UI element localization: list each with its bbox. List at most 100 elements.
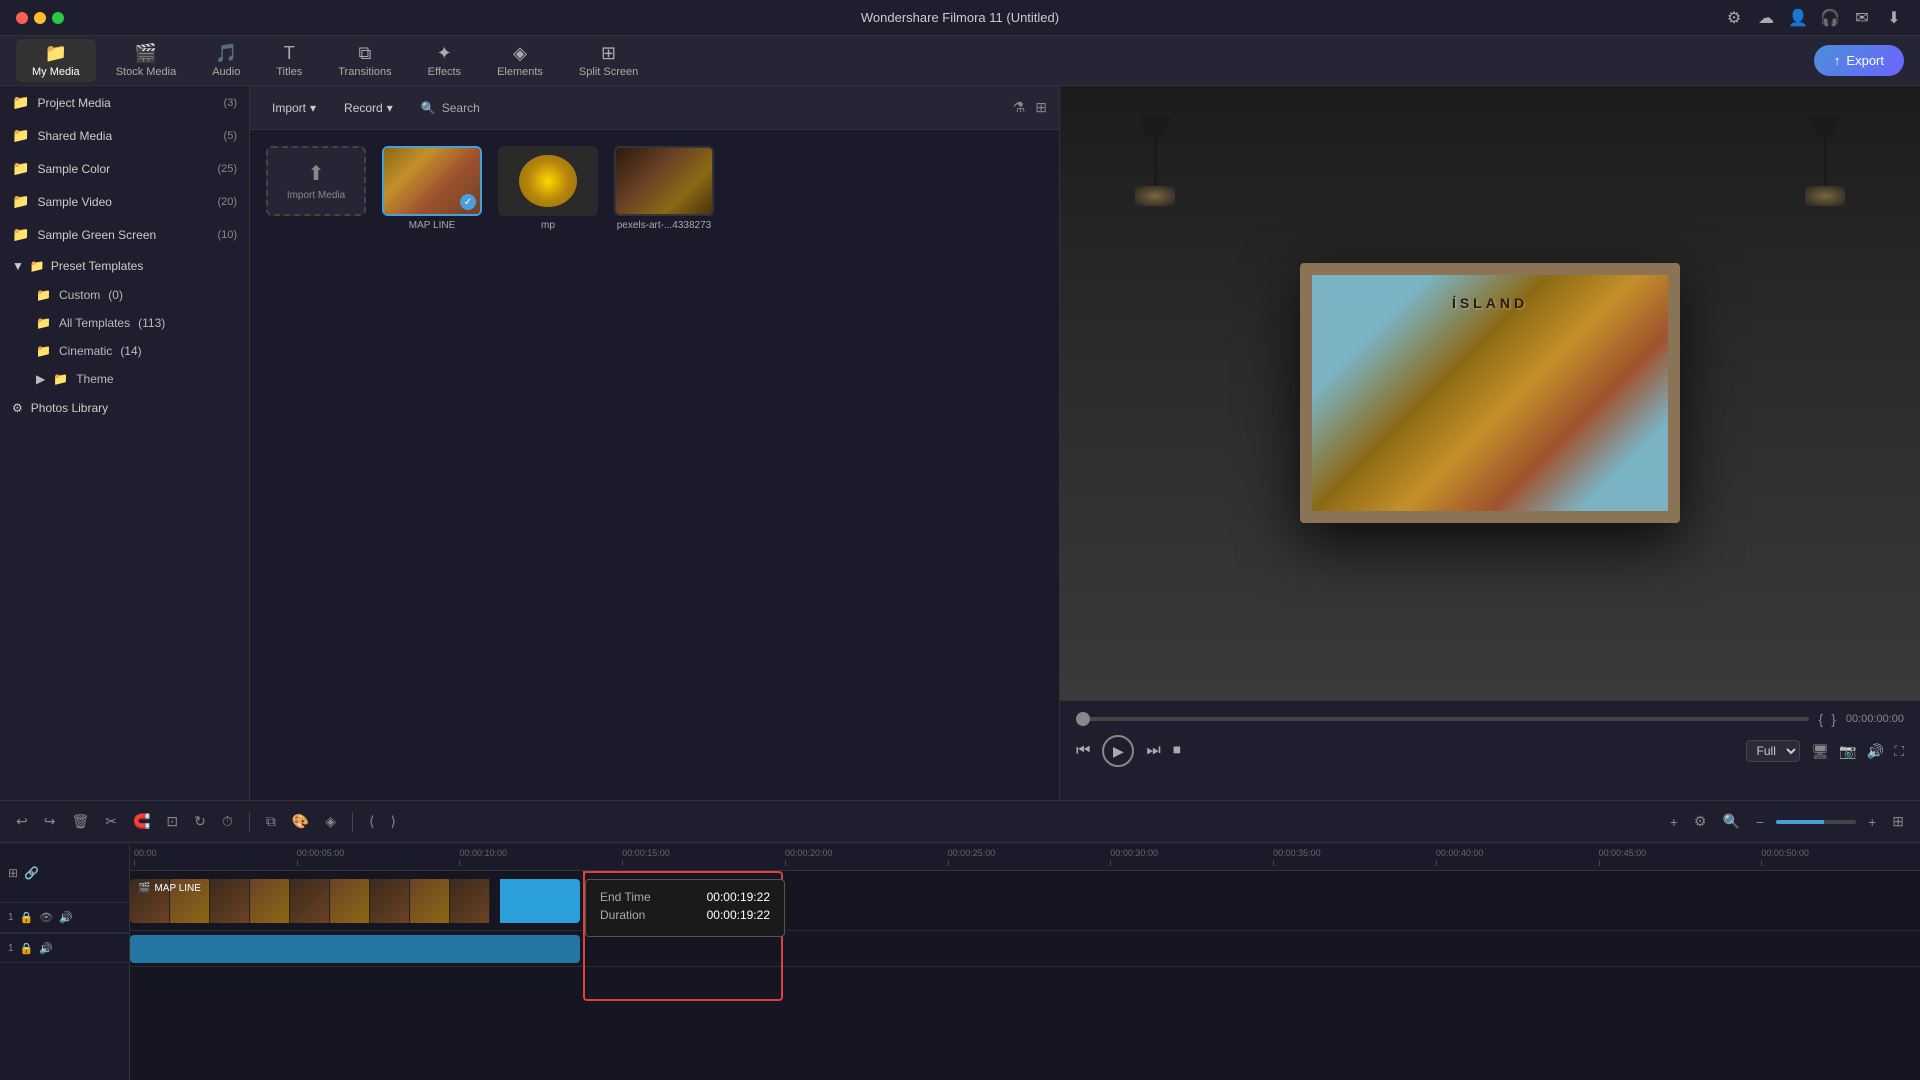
expand-icon[interactable]: ⛶ bbox=[1894, 743, 1904, 760]
tab-elements[interactable]: ◈ Elements bbox=[481, 39, 559, 82]
account-icon[interactable]: ⬇ bbox=[1884, 8, 1904, 28]
lamp-left bbox=[1140, 116, 1170, 196]
rotate-icon[interactable]: ↻ bbox=[190, 809, 210, 834]
upload-icon: ⬆ bbox=[308, 161, 325, 186]
ruler-tick-4 bbox=[785, 860, 786, 866]
ruler-text-0: 00:00 bbox=[134, 848, 157, 858]
stop-button[interactable]: ⏹ bbox=[1173, 742, 1181, 760]
marker-icon[interactable]: ◈ bbox=[321, 809, 340, 834]
bracket-left-icon[interactable]: { bbox=[1819, 711, 1824, 727]
track-settings-icon[interactable]: ⚙ bbox=[1690, 809, 1711, 834]
grid-icon[interactable]: ⊞ bbox=[1035, 99, 1047, 116]
ruler-tick-1 bbox=[297, 860, 298, 866]
visible-icon-v1[interactable]: 👁 bbox=[39, 911, 53, 924]
ruler-text-1: 00:00:05:00 bbox=[297, 848, 345, 858]
person-icon[interactable]: 👤 bbox=[1788, 8, 1808, 28]
audio-icon-v1[interactable]: 🔊 bbox=[59, 911, 73, 924]
chevron-down-icon-record: ▾ bbox=[387, 101, 393, 115]
zoom-in-icon[interactable]: + bbox=[1864, 810, 1880, 834]
camera-icon[interactable]: 📷 bbox=[1839, 743, 1856, 760]
cut-icon[interactable]: ✂ bbox=[101, 809, 121, 834]
media-item-pexels[interactable]: pexels-art-...4338273 bbox=[614, 146, 714, 231]
media-thumb-mp[interactable] bbox=[498, 146, 598, 216]
unlink-icon[interactable]: 🔗 bbox=[24, 866, 39, 880]
lock-icon-v1[interactable]: 🔒 bbox=[20, 911, 34, 924]
add-track-icon[interactable]: + bbox=[1666, 810, 1682, 834]
headset-icon[interactable]: 🎧 bbox=[1820, 8, 1840, 28]
undo-icon[interactable]: ↩ bbox=[12, 809, 32, 834]
media-item-map-line[interactable]: ✓ MAP LINE bbox=[382, 146, 482, 231]
split-screen-icon: ⊞ bbox=[601, 43, 616, 64]
tab-effects[interactable]: ✦ Effects bbox=[412, 39, 477, 82]
import-media-item[interactable]: ⬆ Import Media bbox=[266, 146, 366, 216]
color-icon[interactable]: 🎨 bbox=[288, 809, 313, 834]
play-pause-button[interactable]: ▶ bbox=[1102, 735, 1134, 767]
media-item-mp[interactable]: mp bbox=[498, 146, 598, 231]
media-thumb-pexels[interactable] bbox=[614, 146, 714, 216]
tab-split-screen[interactable]: ⊞ Split Screen bbox=[563, 39, 654, 82]
layers-icon[interactable]: ⧉ bbox=[262, 809, 280, 834]
fast-forward-button[interactable]: ⏭ bbox=[1146, 742, 1160, 760]
sidebar-item-sample-color[interactable]: 📁 Sample Color (25) bbox=[0, 152, 249, 185]
sidebar-item-photos-library[interactable]: ⚙ Photos Library bbox=[0, 393, 249, 423]
ruler-tick-6 bbox=[1110, 860, 1111, 866]
sidebar-item-all-templates[interactable]: 📁 All Templates (113) bbox=[0, 309, 249, 337]
audio-clip[interactable] bbox=[130, 935, 580, 963]
sidebar-item-theme[interactable]: ▶ 📁 Theme bbox=[0, 365, 249, 393]
sidebar-item-sample-video[interactable]: 📁 Sample Video (20) bbox=[0, 185, 249, 218]
delete-icon[interactable]: 🗑 bbox=[67, 809, 93, 834]
clip-motion-portion[interactable] bbox=[500, 879, 580, 923]
lamp-arm-right bbox=[1824, 136, 1827, 186]
duration-label: Duration bbox=[600, 908, 645, 922]
zoom-out-icon[interactable]: − bbox=[1752, 810, 1768, 834]
tab-audio[interactable]: 🎵 Audio bbox=[196, 39, 256, 82]
export-button[interactable]: ↑ Export bbox=[1814, 45, 1904, 76]
mail-icon[interactable]: ✉ bbox=[1852, 8, 1872, 28]
ruler-tick-5 bbox=[948, 860, 949, 866]
video-clip[interactable]: 🎬 MAP LINE bbox=[130, 879, 500, 923]
monitor-icon[interactable]: 🖥 bbox=[1812, 743, 1830, 760]
prev-frame-icon[interactable]: ⟨ bbox=[365, 809, 378, 834]
search-timeline-icon[interactable]: 🔍 bbox=[1718, 809, 1743, 834]
lock-icon-a1[interactable]: 🔒 bbox=[20, 942, 34, 955]
tab-my-media[interactable]: 📁 My Media bbox=[16, 39, 96, 82]
next-frame-icon[interactable]: ⟩ bbox=[387, 809, 400, 834]
bracket-right-icon[interactable]: } bbox=[1831, 711, 1836, 727]
rewind-button[interactable]: ⏮ bbox=[1076, 742, 1090, 760]
tab-stock-media-label: Stock Media bbox=[116, 66, 177, 78]
cloud-icon[interactable]: ☁ bbox=[1756, 8, 1776, 28]
sidebar-item-custom[interactable]: 📁 Custom (0) bbox=[0, 281, 249, 309]
magnet-icon[interactable]: 🧲 bbox=[129, 809, 154, 834]
tab-titles[interactable]: T Titles bbox=[260, 39, 318, 82]
window-controls[interactable] bbox=[16, 12, 64, 24]
center-panel: Import ▾ Record ▾ 🔍 Search ⚗ ⊞ ⬆ Import … bbox=[250, 86, 1060, 800]
audio-icon-a1[interactable]: 🔊 bbox=[39, 942, 53, 955]
volume-icon[interactable]: 🔊 bbox=[1867, 743, 1884, 760]
settings-icon[interactable]: ⚙ bbox=[1724, 8, 1744, 28]
sidebar-item-project-media[interactable]: 📁 Project Media (3) bbox=[0, 86, 249, 119]
crop-icon[interactable]: ⊡ bbox=[162, 809, 182, 834]
import-dropdown-button[interactable]: Import ▾ bbox=[262, 97, 326, 119]
redo-icon[interactable]: ↪ bbox=[40, 809, 60, 834]
search-bar[interactable]: 🔍 Search bbox=[411, 97, 490, 119]
zoom-slider[interactable] bbox=[1776, 820, 1856, 824]
tab-stock-media[interactable]: 🎬 Stock Media bbox=[100, 39, 193, 82]
sidebar-item-preset-templates[interactable]: ▼ 📁 Preset Templates bbox=[0, 251, 249, 281]
sidebar-item-cinematic[interactable]: 📁 Cinematic (14) bbox=[0, 337, 249, 365]
minimize-button[interactable] bbox=[34, 12, 46, 24]
timer-icon[interactable]: ⏱ bbox=[218, 809, 237, 834]
progress-thumb[interactable] bbox=[1076, 712, 1090, 726]
tab-transitions[interactable]: ⧉ Transitions bbox=[322, 39, 407, 82]
fit-icon[interactable]: ⊞ bbox=[1888, 809, 1908, 834]
media-thumb-map-line[interactable]: ✓ bbox=[382, 146, 482, 216]
filter-icon[interactable]: ⚗ bbox=[1013, 99, 1026, 116]
close-button[interactable] bbox=[16, 12, 28, 24]
maximize-button[interactable] bbox=[52, 12, 64, 24]
quality-select[interactable]: Full 1/2 1/4 bbox=[1746, 740, 1800, 762]
sidebar-item-shared-media[interactable]: 📁 Shared Media (5) bbox=[0, 119, 249, 152]
add-clip-icon[interactable]: ⊞ bbox=[8, 866, 18, 880]
import-media-button[interactable]: ⬆ Import Media bbox=[266, 146, 366, 216]
progress-track[interactable] bbox=[1076, 717, 1809, 721]
sidebar-item-sample-green-screen[interactable]: 📁 Sample Green Screen (10) bbox=[0, 218, 249, 251]
record-dropdown-button[interactable]: Record ▾ bbox=[334, 97, 403, 119]
